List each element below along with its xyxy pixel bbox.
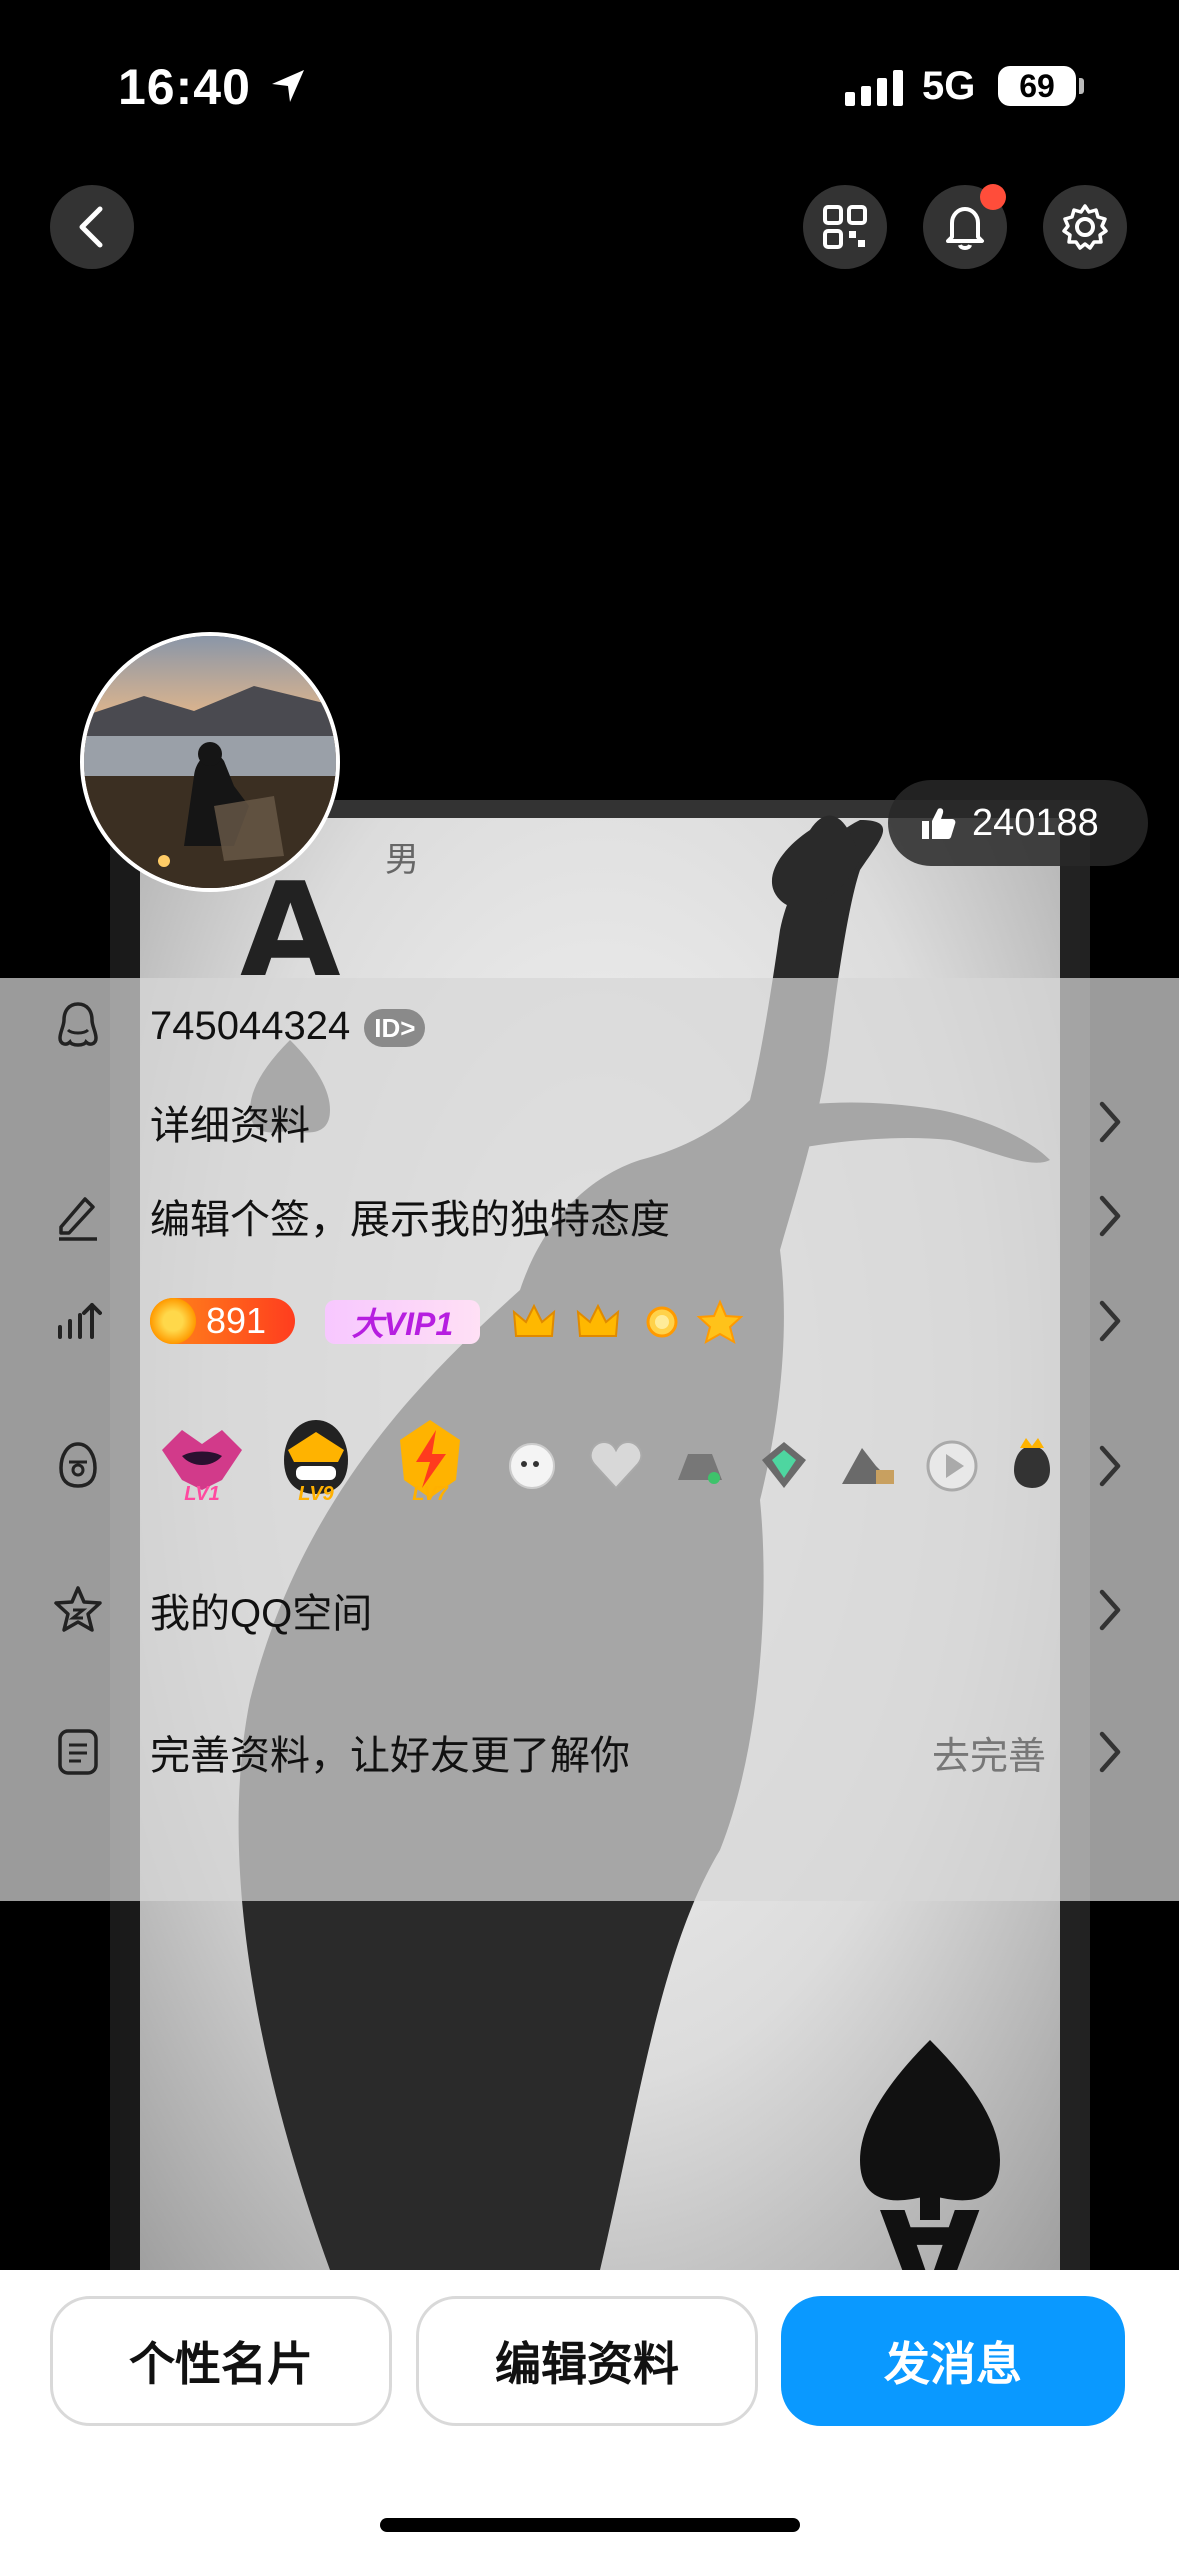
qr-code-icon — [823, 205, 867, 249]
coin-icon — [150, 1298, 196, 1344]
sun-icon — [646, 1306, 678, 1338]
svg-text:A: A — [879, 2179, 980, 2270]
heart-badge-icon — [589, 1440, 643, 1490]
ghost-badge-icon — [509, 1443, 555, 1489]
gender-label: 男 — [385, 841, 419, 879]
complete-profile-row[interactable]: 完善资料，让好友更了解你 去完善 — [0, 1722, 1179, 1782]
like-count: 240188 — [972, 801, 1099, 844]
hat-badge-icon — [678, 1454, 722, 1484]
chevron-right-icon — [1099, 1101, 1121, 1143]
mountain-badge-icon — [842, 1448, 894, 1484]
battery-tip — [1079, 78, 1084, 94]
thumbs-up-icon — [922, 808, 956, 839]
king-penguin-badge-icon — [1014, 1438, 1050, 1488]
pencil-icon — [48, 1186, 108, 1246]
chevron-left-icon — [79, 206, 103, 248]
signature-label: 编辑个签，展示我的独特态度 — [150, 1198, 670, 1242]
level-badge-lv9: LV9 — [266, 1410, 366, 1510]
level-badge-lv1: LV1 — [152, 1410, 252, 1510]
complete-profile-label: 完善资料，让好友更了解你 — [150, 1734, 630, 1778]
qzone-label: 我的QQ空间 — [150, 1592, 373, 1636]
profile-card-button[interactable]: 个性名片 — [50, 2296, 392, 2426]
coin-count: 891 — [206, 1300, 267, 1341]
chevron-right-icon — [1099, 1445, 1121, 1487]
coin-badge: 891 — [150, 1298, 295, 1344]
qr-code-button[interactable] — [803, 185, 887, 269]
settings-button[interactable] — [1043, 185, 1127, 269]
send-message-button[interactable]: 发消息 — [781, 2296, 1125, 2426]
qzone-row[interactable]: 我的QQ空间 — [0, 1580, 1179, 1640]
qq-number: 745044324 — [150, 1003, 351, 1048]
notification-dot — [980, 184, 1006, 210]
edit-profile-button[interactable]: 编辑资料 — [416, 2296, 758, 2426]
location-arrow-icon — [272, 70, 304, 102]
chevron-right-icon — [1099, 1300, 1121, 1342]
vip-badge: 大VIP1 — [325, 1300, 480, 1344]
avatar[interactable] — [80, 632, 340, 892]
chevron-right-icon — [1099, 1195, 1121, 1237]
play-badge-icon — [926, 1440, 978, 1492]
status-bar: 16:40 5G 69 — [0, 0, 1179, 150]
crown-icon — [512, 1303, 556, 1337]
badge-icon — [48, 1436, 108, 1496]
bell-icon — [946, 207, 984, 250]
star-icon — [696, 1299, 744, 1345]
penguin-icon — [48, 996, 108, 1056]
network-type: 5G — [922, 64, 976, 108]
crown-icon — [576, 1303, 620, 1337]
chevron-right-icon — [1099, 1731, 1121, 1773]
gear-icon — [1062, 204, 1108, 250]
id-badge[interactable]: ID> — [364, 1008, 426, 1047]
complete-profile-hint: 去完善 — [932, 1735, 1047, 1778]
chevron-right-icon — [1099, 1589, 1121, 1631]
star-outline-icon — [48, 1580, 108, 1640]
status-time: 16:40 — [118, 59, 251, 115]
level-badge-lv7: LV7 — [380, 1410, 480, 1510]
signature-row[interactable]: 编辑个签，展示我的独特态度 — [0, 1186, 1179, 1246]
avatar-image — [84, 636, 336, 888]
qq-number-row[interactable]: 745044324 ID> — [0, 996, 1179, 1056]
document-icon — [48, 1722, 108, 1782]
growth-chart-icon — [48, 1291, 108, 1351]
back-button[interactable] — [50, 185, 134, 269]
diamond-badge-icon — [762, 1442, 806, 1488]
crown-sun-star-icons — [512, 1299, 744, 1345]
signal-icon — [845, 70, 903, 106]
detail-info-row[interactable]: 详细资料 — [0, 1092, 1179, 1152]
like-counter[interactable]: 240188 — [888, 780, 1148, 866]
home-indicator — [380, 2518, 800, 2532]
detail-info-label: 详细资料 — [150, 1104, 310, 1148]
collected-badge-icons — [509, 1438, 1050, 1492]
battery-indicator: 69 — [998, 66, 1076, 106]
